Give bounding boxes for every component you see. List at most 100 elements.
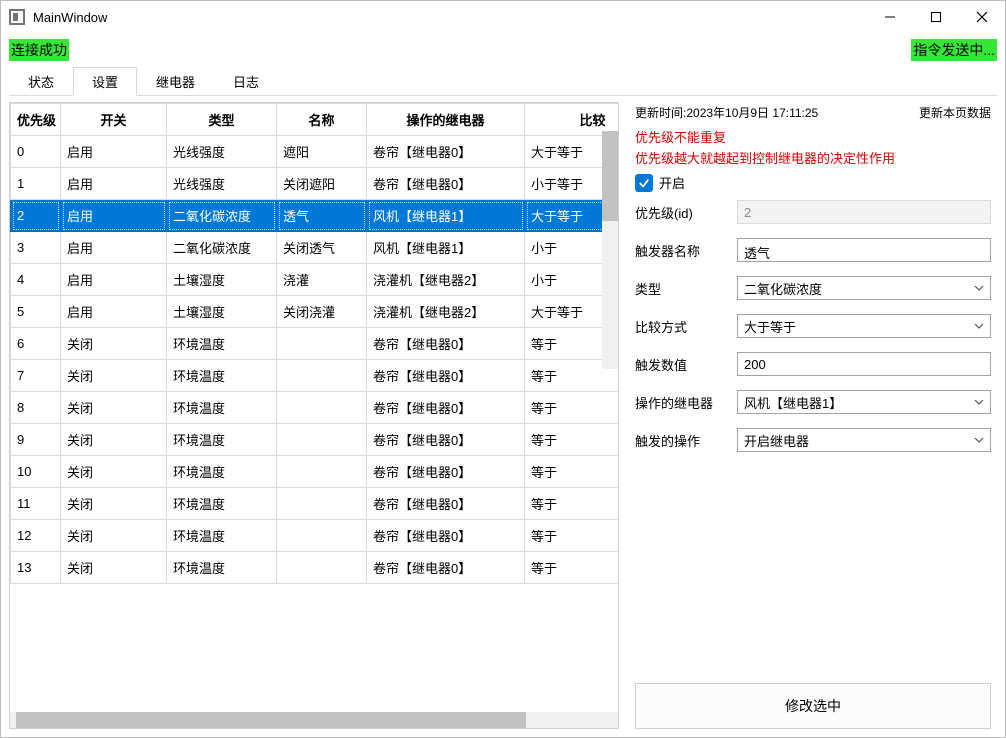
table-row[interactable]: 5启用土壤湿度关闭浇灌浇灌机【继电器2】大于等于 — [11, 296, 619, 328]
table-row[interactable]: 9关闭环境温度卷帘【继电器0】等于 — [11, 424, 619, 456]
cell-switch[interactable]: 启用 — [61, 200, 167, 232]
cell-compare[interactable]: 等于 — [525, 456, 619, 488]
cell-relay[interactable]: 卷帘【继电器0】 — [367, 520, 525, 552]
cell-type[interactable]: 环境温度 — [167, 488, 277, 520]
cell-name[interactable]: 关闭遮阳 — [277, 168, 367, 200]
cell-switch[interactable]: 关闭 — [61, 424, 167, 456]
cell-switch[interactable]: 启用 — [61, 232, 167, 264]
column-header[interactable]: 名称 — [277, 104, 367, 136]
cell-relay[interactable]: 浇灌机【继电器2】 — [367, 264, 525, 296]
scrollbar-thumb[interactable] — [16, 712, 526, 728]
cell-switch[interactable]: 关闭 — [61, 328, 167, 360]
cell-type[interactable]: 环境温度 — [167, 456, 277, 488]
cell-relay[interactable]: 卷帘【继电器0】 — [367, 328, 525, 360]
table-row[interactable]: 0启用光线强度遮阳卷帘【继电器0】大于等于 — [11, 136, 619, 168]
cell-relay[interactable]: 卷帘【继电器0】 — [367, 136, 525, 168]
close-button[interactable] — [959, 2, 1005, 32]
vertical-scrollbar[interactable] — [602, 131, 618, 369]
cell-type[interactable]: 光线强度 — [167, 136, 277, 168]
cell-priority[interactable]: 9 — [11, 424, 61, 456]
cell-switch[interactable]: 关闭 — [61, 520, 167, 552]
tab-0[interactable]: 状态 — [9, 67, 73, 96]
table-row[interactable]: 3启用二氧化碳浓度关闭透气风机【继电器1】小于 — [11, 232, 619, 264]
cell-priority[interactable]: 7 — [11, 360, 61, 392]
cell-type[interactable]: 环境温度 — [167, 520, 277, 552]
cell-switch[interactable]: 关闭 — [61, 392, 167, 424]
table-row[interactable]: 4启用土壤湿度浇灌浇灌机【继电器2】小于 — [11, 264, 619, 296]
cell-relay[interactable]: 风机【继电器1】 — [367, 200, 525, 232]
cell-switch[interactable]: 启用 — [61, 296, 167, 328]
cell-switch[interactable]: 启用 — [61, 264, 167, 296]
cell-name[interactable]: 浇灌 — [277, 264, 367, 296]
cell-priority[interactable]: 2 — [11, 200, 61, 232]
compare-select[interactable]: 大于等于 — [737, 314, 991, 338]
cell-type[interactable]: 环境温度 — [167, 392, 277, 424]
cell-priority[interactable]: 12 — [11, 520, 61, 552]
table-row[interactable]: 8关闭环境温度 卷帘【继电器0】等于 — [11, 392, 619, 424]
cell-priority[interactable]: 10 — [11, 456, 61, 488]
cell-name[interactable]: 关闭透气 — [277, 232, 367, 264]
cell-name[interactable] — [277, 552, 367, 584]
cell-name[interactable]: 透气 — [277, 200, 367, 232]
cell-priority[interactable]: 8 — [11, 392, 61, 424]
cell-priority[interactable]: 6 — [11, 328, 61, 360]
column-header[interactable]: 开关 — [61, 104, 167, 136]
cell-priority[interactable]: 11 — [11, 488, 61, 520]
cell-relay[interactable]: 卷帘【继电器0】 — [367, 552, 525, 584]
cell-type[interactable]: 环境温度 — [167, 424, 277, 456]
cell-name[interactable] — [277, 392, 367, 424]
cell-relay[interactable]: 浇灌机【继电器2】 — [367, 296, 525, 328]
cell-relay[interactable]: 卷帘【继电器0】 — [367, 392, 525, 424]
table-row[interactable]: 10关闭环境温度 卷帘【继电器0】等于 — [11, 456, 619, 488]
cell-relay[interactable]: 卷帘【继电器0】 — [367, 360, 525, 392]
table-row[interactable]: 12关闭环境温度 卷帘【继电器0】等于 — [11, 520, 619, 552]
cell-type[interactable]: 环境温度 — [167, 360, 277, 392]
table-row[interactable]: 1启用光线强度关闭遮阳卷帘【继电器0】小于等于 — [11, 168, 619, 200]
cell-switch[interactable]: 启用 — [61, 168, 167, 200]
cell-compare[interactable]: 等于 — [525, 488, 619, 520]
cell-name[interactable]: 关闭浇灌 — [277, 296, 367, 328]
cell-name[interactable] — [277, 488, 367, 520]
cell-type[interactable]: 土壤湿度 — [167, 296, 277, 328]
cell-name[interactable] — [277, 520, 367, 552]
cell-priority[interactable]: 1 — [11, 168, 61, 200]
horizontal-scrollbar[interactable] — [10, 712, 618, 728]
cell-name[interactable]: 遮阳 — [277, 136, 367, 168]
cell-relay[interactable]: 卷帘【继电器0】 — [367, 168, 525, 200]
cell-type[interactable]: 土壤湿度 — [167, 264, 277, 296]
table-row[interactable]: 2启用二氧化碳浓度透气风机【继电器1】大于等于 — [11, 200, 619, 232]
cell-priority[interactable]: 13 — [11, 552, 61, 584]
enable-checkbox[interactable] — [635, 174, 653, 192]
submit-button[interactable]: 修改选中 — [635, 683, 991, 729]
cell-type[interactable]: 二氧化碳浓度 — [167, 232, 277, 264]
cell-switch[interactable]: 关闭 — [61, 456, 167, 488]
cell-switch[interactable]: 关闭 — [61, 360, 167, 392]
cell-priority[interactable]: 0 — [11, 136, 61, 168]
column-header[interactable]: 类型 — [167, 104, 277, 136]
cell-relay[interactable]: 卷帘【继电器0】 — [367, 488, 525, 520]
table-row[interactable]: 11关闭环境温度卷帘【继电器0】等于 — [11, 488, 619, 520]
minimize-button[interactable] — [867, 2, 913, 32]
cell-switch[interactable]: 启用 — [61, 136, 167, 168]
cell-priority[interactable]: 3 — [11, 232, 61, 264]
trigger-name-input[interactable]: 透气 — [737, 238, 991, 262]
cell-name[interactable] — [277, 360, 367, 392]
cell-name[interactable] — [277, 424, 367, 456]
column-header[interactable]: 优先级 — [11, 104, 61, 136]
cell-name[interactable] — [277, 328, 367, 360]
cell-relay[interactable]: 风机【继电器1】 — [367, 232, 525, 264]
table-row[interactable]: 7关闭环境温度卷帘【继电器0】等于 — [11, 360, 619, 392]
column-header[interactable]: 操作的继电器 — [367, 104, 525, 136]
cell-compare[interactable]: 等于 — [525, 392, 619, 424]
cell-compare[interactable]: 等于 — [525, 552, 619, 584]
tab-2[interactable]: 继电器 — [137, 67, 214, 96]
cell-relay[interactable]: 卷帘【继电器0】 — [367, 456, 525, 488]
tab-3[interactable]: 日志 — [214, 67, 278, 96]
cell-type[interactable]: 二氧化碳浓度 — [167, 200, 277, 232]
cell-type[interactable]: 环境温度 — [167, 328, 277, 360]
cell-compare[interactable]: 等于 — [525, 520, 619, 552]
refresh-button[interactable]: 更新本页数据 — [919, 104, 991, 121]
scrollbar-thumb[interactable] — [602, 131, 618, 221]
tab-1[interactable]: 设置 — [73, 67, 137, 96]
cell-name[interactable] — [277, 456, 367, 488]
